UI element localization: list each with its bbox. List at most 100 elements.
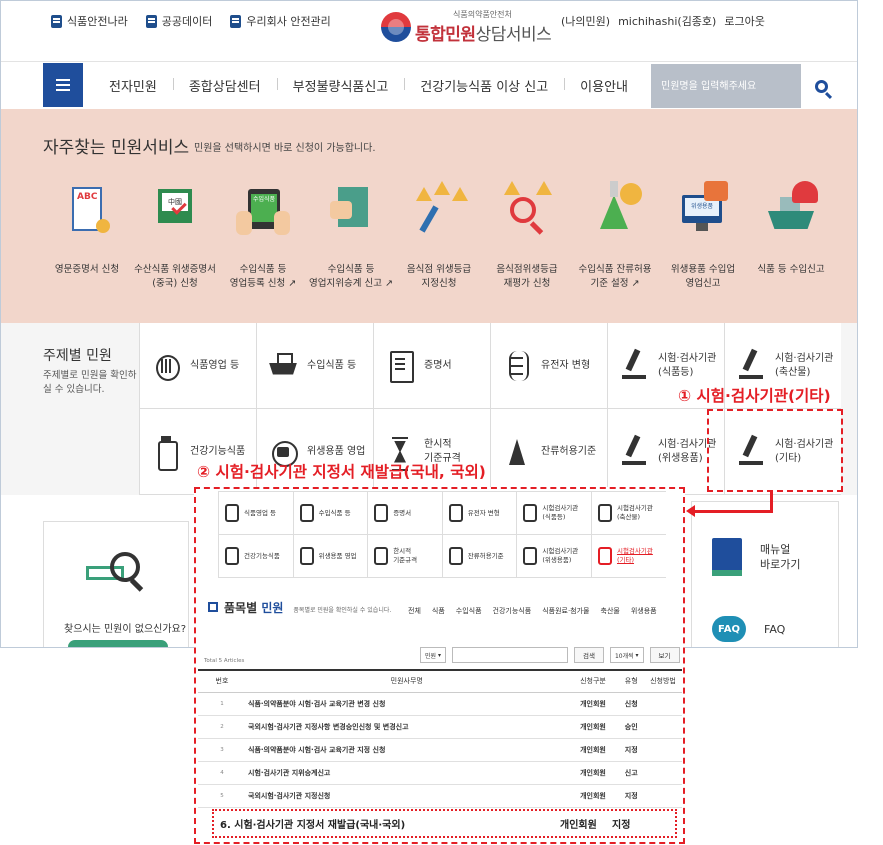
theme-title: 주제별 민원 bbox=[43, 348, 112, 364]
table-row[interactable]: 4 시험·검사기관 지위승계신고 개인회원 신고 bbox=[198, 761, 682, 785]
manual-link[interactable]: 매뉴얼 바로가기 bbox=[712, 538, 800, 576]
hamburger-menu-button[interactable] bbox=[43, 63, 83, 107]
inset-search-button[interactable]: 검색 bbox=[573, 647, 604, 663]
inset-food-business[interactable]: 식품영업 등 bbox=[218, 492, 293, 535]
inset-total-count: Total 5 Articles bbox=[204, 658, 245, 664]
highlight-box-lab-other bbox=[707, 409, 843, 492]
tab-food[interactable]: 식품 bbox=[432, 606, 445, 616]
top-bar: 식품안전나라 공공데이터 우리회사 안전관리 식품의약품안전처 통합민원상담서비… bbox=[1, 1, 857, 61]
inset-complaint-table: 번호 민원사무명 신청구분 유형 신청방법 1 식품·의약품분야 시험·검사 교… bbox=[198, 669, 682, 808]
user-name[interactable]: michihashi(김종호) bbox=[618, 13, 716, 29]
table-row[interactable]: 1 식품·의약품분야 시험·검사 교육기관 변경 신청 개인회원 신청 bbox=[198, 692, 682, 716]
inset-hygiene-business[interactable]: 위생용품 영업 bbox=[292, 535, 368, 578]
theme-gmo[interactable]: 유전자 변형 bbox=[490, 323, 607, 409]
arrow-left-icon bbox=[686, 505, 695, 517]
top-link-food-safety[interactable]: 식품안전나라 bbox=[51, 13, 128, 29]
theme-health-food[interactable]: 건강기능식품 bbox=[139, 409, 256, 495]
user-links: (나의민원) michihashi(김종호) 로그아웃 bbox=[561, 13, 765, 29]
inset-category-tabs: 전체 식품 수입식품 건강기능식품 식품원료·첨가물 축산물 위생용품 bbox=[408, 606, 657, 616]
frequent-services: 자주찾는 민원서비스 민원을 선택하시면 바로 신청이 가능합니다. ABC 영… bbox=[1, 109, 857, 323]
fork-icon bbox=[152, 349, 180, 383]
nav-bad-food-report[interactable]: 부정불량식품신고 bbox=[276, 76, 405, 95]
tab-all[interactable]: 전체 bbox=[408, 606, 421, 616]
no-complaint-box[interactable]: 찾으시는 민원이 없으신가요? bbox=[43, 521, 189, 647]
inset-lab-hygiene[interactable]: 시험검사기관 (위생용품) bbox=[516, 535, 591, 578]
microscope-icon bbox=[523, 504, 538, 522]
service-seafood-cert[interactable]: 中國 수산식품 위생증명서 (중국) 신청 bbox=[131, 181, 219, 291]
theme-hygiene-business[interactable]: 위생용품 영업 bbox=[256, 409, 373, 495]
nav-health-food-report[interactable]: 건강기능식품 이상 신고 bbox=[404, 76, 564, 95]
service-restaurant-regrade[interactable]: 음식점위생등급 재평가 신청 bbox=[483, 181, 571, 291]
service-import-succession[interactable]: 수입식품 등 영업지위승계 신고 ↗ bbox=[307, 181, 395, 291]
flask-icon bbox=[448, 547, 463, 565]
nav-usage-guide[interactable]: 이용안내 bbox=[564, 76, 644, 95]
dna-icon bbox=[448, 504, 463, 522]
service-restaurant-grade[interactable]: 음식점 위생등급 지정신청 bbox=[395, 181, 483, 291]
col-number: 번호 bbox=[198, 669, 246, 693]
inset-search-scope-select[interactable]: 민원 ▾ bbox=[420, 647, 446, 663]
inset-certificate[interactable]: 증명서 bbox=[367, 492, 442, 535]
tab-hygiene[interactable]: 위생용품 bbox=[631, 606, 657, 616]
quick-links-box: 매뉴얼 바로가기 FAQ FAQ bbox=[691, 501, 839, 647]
service-hygiene-import[interactable]: 위생용품 위생용품 수입업 영업신고 bbox=[659, 181, 747, 291]
inset-view-button[interactable]: 보기 bbox=[649, 647, 680, 663]
annotation-2: ② 시험·검사기관 지정서 재발급(국내, 국외) bbox=[197, 463, 486, 481]
service-english-cert[interactable]: ABC 영문증명서 신청 bbox=[43, 181, 131, 291]
inset-lab-other[interactable]: 시험검사기관 (기타) bbox=[590, 535, 666, 578]
nav-consult-center[interactable]: 종합상담센터 bbox=[172, 76, 277, 95]
col-method: 신청방법 bbox=[644, 669, 682, 693]
search-illustration-icon bbox=[86, 552, 146, 596]
frequent-title: 자주찾는 민원서비스 bbox=[43, 138, 190, 158]
microscope-icon bbox=[737, 349, 765, 383]
inset-gmo[interactable]: 유전자 변형 bbox=[441, 492, 517, 535]
logout-link[interactable]: 로그아웃 bbox=[724, 13, 764, 29]
service-import-registration[interactable]: 수입식품 수입식품 등 영업등록 신청 ↗ bbox=[219, 181, 307, 291]
my-complaints-link[interactable]: (나의민원) bbox=[561, 13, 610, 29]
inset-page-size-select[interactable]: 10개씩 ▾ bbox=[609, 647, 644, 663]
col-kind: 신청구분 bbox=[567, 669, 619, 693]
inset-lab-food[interactable]: 시험검사기관 (식품등) bbox=[516, 492, 591, 535]
table-row[interactable]: 2 국외시험·검사기관 지정사항 변경승인신청 및 변경신고 개인회원 승인 bbox=[198, 715, 682, 739]
fork-icon bbox=[225, 504, 239, 522]
top-link-company-safety[interactable]: 우리회사 안전관리 bbox=[230, 13, 331, 29]
microscope-icon bbox=[597, 504, 612, 522]
inset-imported-food[interactable]: 수입식품 등 bbox=[292, 492, 368, 535]
top-link-public-data[interactable]: 공공데이터 bbox=[145, 13, 212, 29]
magnifier-stars-icon bbox=[498, 181, 556, 243]
inset-theme-grid: 식품영업 등 수입식품 등 증명서 유전자 변형 시험검사기관 (식품등) 시험검… bbox=[218, 491, 666, 579]
site-logo[interactable]: 식품의약품안전처 통합민원상담서비스 bbox=[381, 9, 552, 45]
inset-search-bar: 민원 ▾ 검색 10개씩 ▾ 보기 bbox=[420, 647, 680, 663]
monitor-icon: 위생용품 bbox=[674, 181, 732, 243]
inset-temporary-standard[interactable]: 한시적 기준규격 bbox=[367, 535, 442, 578]
inset-health-food[interactable]: 건강기능식품 bbox=[218, 535, 293, 578]
tab-ingredients[interactable]: 식품원료·첨가물 bbox=[542, 606, 589, 616]
theme-residue-standard[interactable]: 잔류허용기준 bbox=[490, 409, 607, 495]
list-icon bbox=[145, 14, 157, 28]
manual-book-icon bbox=[712, 538, 742, 576]
tab-livestock[interactable]: 축산물 bbox=[601, 606, 620, 616]
inset-search-input[interactable] bbox=[451, 647, 568, 663]
theme-imported-food[interactable]: 수입식품 등 bbox=[256, 323, 373, 409]
government-emblem-icon bbox=[381, 12, 411, 42]
tab-imported-food[interactable]: 수입식품 bbox=[456, 606, 482, 616]
table-row[interactable]: 3 식품·의약품분야 시험·검사 교육기관 지정 신청 개인회원 지정 bbox=[198, 738, 682, 762]
nav-e-complaint[interactable]: 전자민원 bbox=[93, 76, 173, 95]
theme-temporary-standard[interactable]: 한시적 기준규격 bbox=[373, 409, 490, 495]
highlighted-new-row[interactable]: 6. 시험·검사기관 지정서 재발급(국내·국외) 개인회원 지정 bbox=[212, 809, 677, 838]
tablet-icon: 수입식품 bbox=[234, 181, 292, 243]
hygiene-product-icon bbox=[299, 547, 314, 565]
service-food-import-report[interactable]: 식품 등 수입신고 bbox=[747, 181, 835, 291]
search-input[interactable] bbox=[651, 64, 801, 108]
green-button[interactable] bbox=[68, 640, 168, 647]
faq-link[interactable]: FAQ FAQ bbox=[712, 616, 785, 642]
tab-health-food[interactable]: 건강기능식품 bbox=[493, 606, 532, 616]
ship-icon bbox=[269, 349, 297, 383]
inset-residue-standard[interactable]: 잔류허용기준 bbox=[441, 535, 517, 578]
new-row-name: 6. 시험·검사기관 지정서 재발급(국내·국외) bbox=[220, 820, 406, 831]
inset-lab-livestock[interactable]: 시험검사기관 (축산물) bbox=[590, 492, 666, 535]
theme-certificate[interactable]: 증명서 bbox=[373, 323, 490, 409]
theme-food-business[interactable]: 식품영업 등 bbox=[139, 323, 256, 409]
table-row[interactable]: 5 국외시험·검사기관 지정신청 개인회원 지정 bbox=[198, 784, 682, 808]
service-residue-standard[interactable]: 수입식품 잔류허용 기준 설정 ↗ bbox=[571, 181, 659, 291]
search-button[interactable] bbox=[801, 64, 841, 108]
